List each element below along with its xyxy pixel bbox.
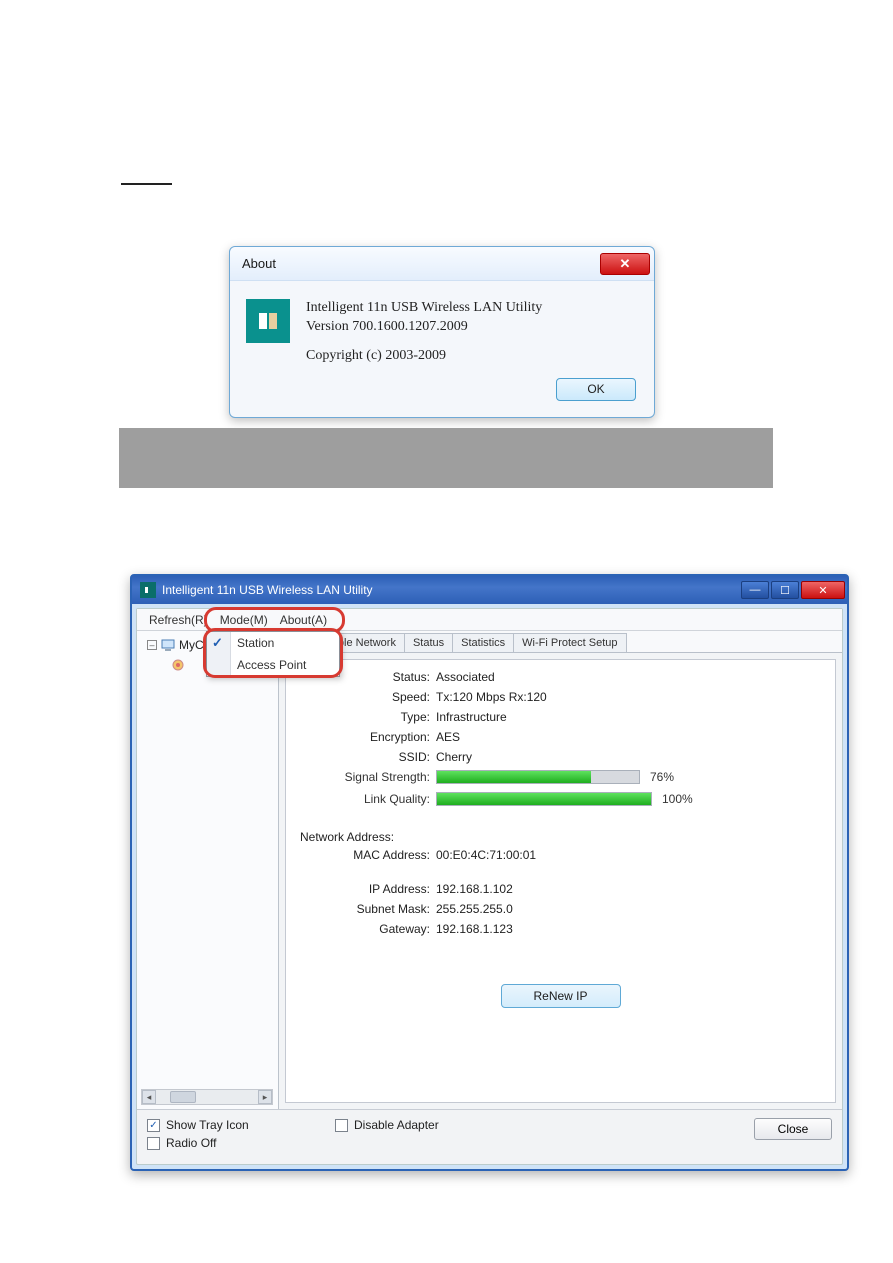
speed-value: Tx:120 Mbps Rx:120: [436, 690, 547, 704]
scroll-right-icon[interactable]: ▸: [258, 1090, 272, 1104]
signal-row: Signal Strength: 76%: [300, 770, 821, 784]
renew-ip-button[interactable]: ReNew IP: [501, 984, 621, 1008]
ok-button[interactable]: OK: [556, 378, 636, 401]
encryption-value: AES: [436, 730, 460, 744]
gateway-label: Gateway:: [300, 922, 430, 936]
renew-row: ReNew IP: [300, 984, 821, 1008]
footer-col1: ✓ Show Tray Icon Radio Off: [147, 1118, 327, 1154]
mask-label: Subnet Mask:: [300, 902, 430, 916]
computer-icon: [161, 638, 175, 652]
maximize-icon[interactable]: ☐: [771, 581, 799, 599]
mac-value: 00:E0:4C:71:00:01: [436, 848, 536, 862]
tree-root-label: MyC: [179, 638, 204, 652]
close-icon[interactable]: ✕: [600, 253, 650, 275]
mode-dropdown: ✓ Station Access Point: [206, 631, 340, 677]
type-label: Type:: [300, 710, 430, 724]
app-small-icon: [140, 582, 156, 598]
tab-statistics[interactable]: Statistics: [452, 633, 514, 652]
content-area: – MyC ◂ ▸: [137, 631, 842, 1109]
horizontal-scrollbar[interactable]: ◂ ▸: [141, 1089, 273, 1105]
type-value: Infrastructure: [436, 710, 507, 724]
dropdown-access-point[interactable]: Access Point: [207, 654, 339, 676]
link-percent: 100%: [662, 792, 693, 806]
disable-adapter-label: Disable Adapter: [354, 1118, 439, 1132]
link-row: Link Quality: 100%: [300, 792, 821, 806]
encryption-label: Encryption:: [300, 730, 430, 744]
signal-label: Signal Strength:: [300, 770, 430, 784]
window-buttons: — ☐ ✕: [741, 581, 845, 599]
link-bar: [436, 792, 652, 806]
dropdown-station-label: Station: [237, 636, 274, 650]
mask-value: 255.255.255.0: [436, 902, 513, 916]
radio-off-label: Radio Off: [166, 1136, 216, 1150]
app-icon: [246, 299, 290, 343]
tab-wps[interactable]: Wi-Fi Protect Setup: [513, 633, 626, 652]
about-button-row: OK: [230, 374, 654, 417]
gateway-value: 192.168.1.123: [436, 922, 513, 936]
ip-value: 192.168.1.102: [436, 882, 513, 896]
utility-title: Intelligent 11n USB Wireless LAN Utility: [162, 583, 741, 597]
minimize-icon[interactable]: —: [741, 581, 769, 599]
footer: ✓ Show Tray Icon Radio Off Disable Adapt…: [137, 1109, 842, 1164]
ssid-label: SSID:: [300, 750, 430, 764]
radio-off-checkbox[interactable]: Radio Off: [147, 1136, 327, 1150]
ip-label: IP Address:: [300, 882, 430, 896]
utility-window: Intelligent 11n USB Wireless LAN Utility…: [130, 574, 849, 1171]
show-tray-label: Show Tray Icon: [166, 1118, 249, 1132]
status-value: Associated: [436, 670, 495, 684]
network-address-heading: Network Address:: [300, 830, 821, 844]
status-panel: Status:Associated Speed:Tx:120 Mbps Rx:1…: [285, 659, 836, 1103]
about-text: Intelligent 11n USB Wireless LAN Utility…: [306, 299, 542, 366]
tree-pane: – MyC ◂ ▸: [137, 631, 279, 1109]
about-titlebar: About ✕: [230, 247, 654, 281]
footer-col2: Disable Adapter: [327, 1118, 754, 1136]
checkbox-icon: [335, 1119, 348, 1132]
link-label: Link Quality:: [300, 792, 430, 806]
dropdown-ap-label: Access Point: [237, 658, 306, 672]
about-dialog: About ✕ Intelligent 11n USB Wireless LAN…: [229, 246, 655, 418]
check-icon: ✓: [212, 635, 223, 651]
speed-label: Speed:: [300, 690, 430, 704]
about-body: Intelligent 11n USB Wireless LAN Utility…: [230, 281, 654, 374]
adapter-icon: [171, 658, 185, 672]
close-icon[interactable]: ✕: [801, 581, 845, 599]
menubar: Refresh(R) Mode(M) About(A) ✓ Station Ac…: [137, 609, 842, 631]
menu-about[interactable]: About(A): [274, 611, 333, 629]
utility-titlebar: Intelligent 11n USB Wireless LAN Utility…: [132, 576, 847, 604]
utility-inner: Refresh(R) Mode(M) About(A) ✓ Station Ac…: [136, 608, 843, 1165]
close-button[interactable]: Close: [754, 1118, 832, 1140]
about-line1: Intelligent 11n USB Wireless LAN Utility: [306, 299, 542, 318]
about-line3: Copyright (c) 2003-2009: [306, 347, 542, 366]
about-line2: Version 700.1600.1207.2009: [306, 318, 542, 337]
disable-adapter-checkbox[interactable]: Disable Adapter: [335, 1118, 754, 1132]
menu-mode[interactable]: Mode(M): [214, 611, 274, 629]
signal-percent: 76%: [650, 770, 674, 784]
scroll-thumb[interactable]: [170, 1091, 196, 1103]
tab-status[interactable]: Status: [404, 633, 453, 652]
checkbox-icon: [147, 1137, 160, 1150]
dropdown-station[interactable]: ✓ Station: [207, 632, 339, 654]
horizontal-rule: [121, 183, 172, 185]
signal-bar: [436, 770, 640, 784]
ssid-value: Cherry: [436, 750, 472, 764]
show-tray-checkbox[interactable]: ✓ Show Tray Icon: [147, 1118, 327, 1132]
collapse-icon[interactable]: –: [147, 640, 157, 650]
tabstrip: e Available Network Status Statistics Wi…: [279, 631, 842, 653]
grey-band: [119, 428, 773, 488]
mac-label: MAC Address:: [300, 848, 430, 862]
scroll-left-icon[interactable]: ◂: [142, 1090, 156, 1104]
about-title: About: [242, 256, 600, 271]
menu-refresh[interactable]: Refresh(R): [143, 611, 214, 629]
checkbox-icon: ✓: [147, 1119, 160, 1132]
right-pane: e Available Network Status Statistics Wi…: [279, 631, 842, 1109]
